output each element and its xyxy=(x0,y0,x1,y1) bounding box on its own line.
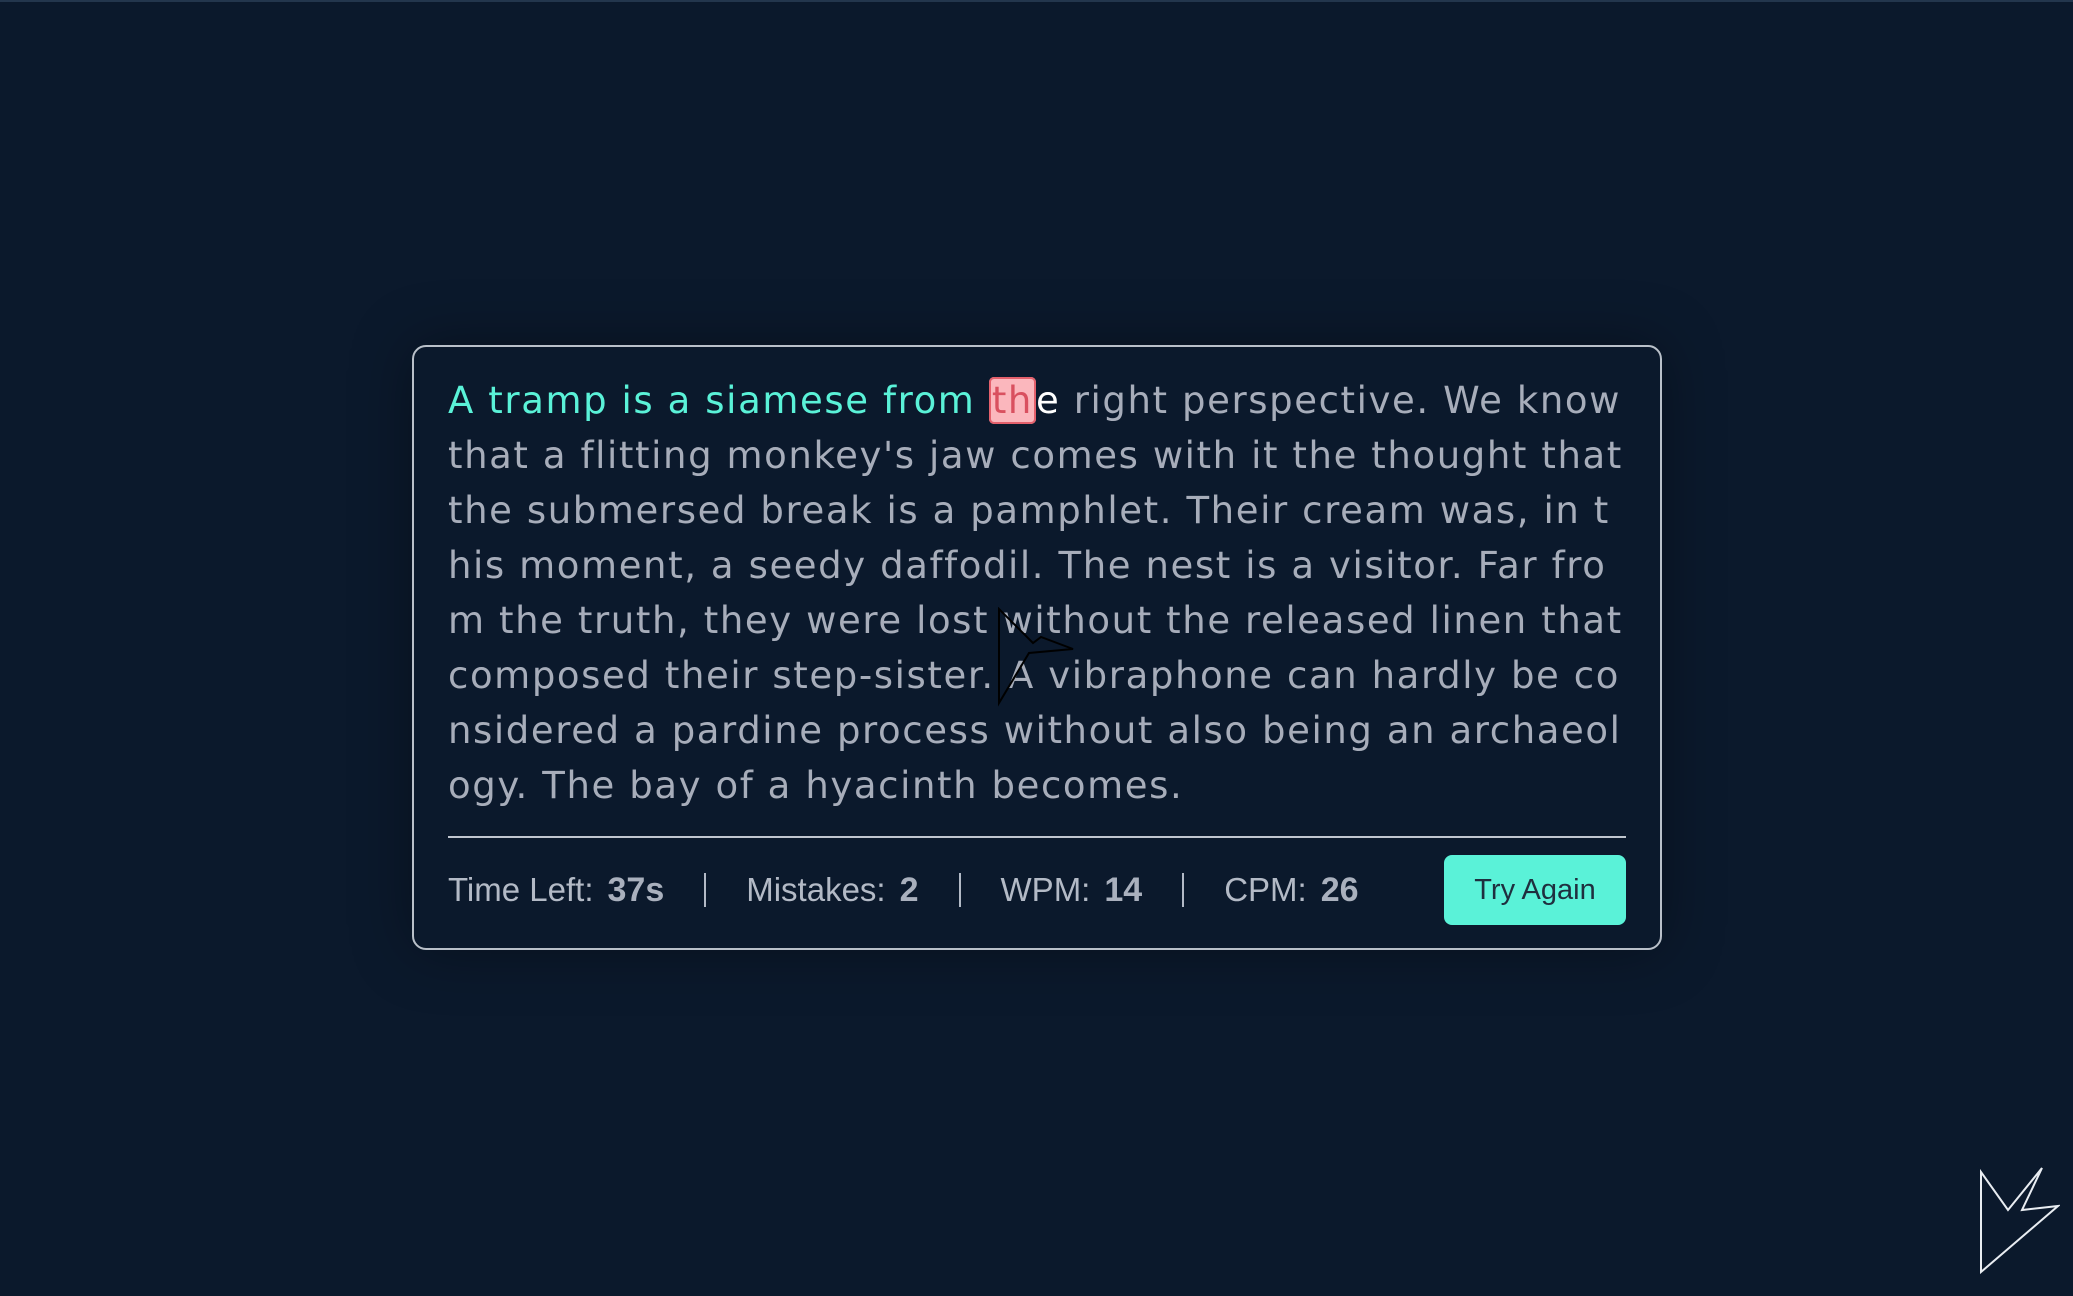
divider xyxy=(448,836,1626,838)
typed-correct-text: A tramp is a siamese from xyxy=(448,379,989,422)
stat-separator xyxy=(958,873,961,907)
time-left-label: Time Left: xyxy=(448,870,594,908)
arrow-cursor-icon xyxy=(998,607,1074,707)
typing-passage[interactable]: A tramp is a siamese from the right pers… xyxy=(448,373,1626,815)
wpm-label: WPM: xyxy=(1000,870,1091,908)
typed-incorrect-text: th xyxy=(988,377,1036,424)
current-character: e xyxy=(1035,379,1061,422)
page: A tramp is a siamese from the right pers… xyxy=(0,0,2073,1296)
logo-arrow-icon xyxy=(1980,1167,2060,1275)
mistakes-label: Mistakes: xyxy=(746,870,886,908)
time-left-stat: Time Left: 37s xyxy=(448,871,664,910)
cpm-value: 26 xyxy=(1320,870,1359,909)
cpm-label: CPM: xyxy=(1224,870,1307,908)
remaining-text: right perspective. We know that a flitti… xyxy=(448,379,1623,807)
time-left-value: 37s xyxy=(607,870,665,909)
mistakes-value: 2 xyxy=(899,870,919,909)
wpm-stat: WPM: 14 xyxy=(1001,871,1143,910)
try-again-button[interactable]: Try Again xyxy=(1444,855,1626,925)
cpm-stat: CPM: 26 xyxy=(1224,871,1358,910)
wpm-value: 14 xyxy=(1104,870,1143,909)
stats-bar: Time Left: 37s Mistakes: 2 WPM: 14 CPM: … xyxy=(448,855,1626,925)
stat-separator xyxy=(1182,873,1185,907)
stat-separator xyxy=(704,873,707,907)
mistakes-stat: Mistakes: 2 xyxy=(746,871,918,910)
